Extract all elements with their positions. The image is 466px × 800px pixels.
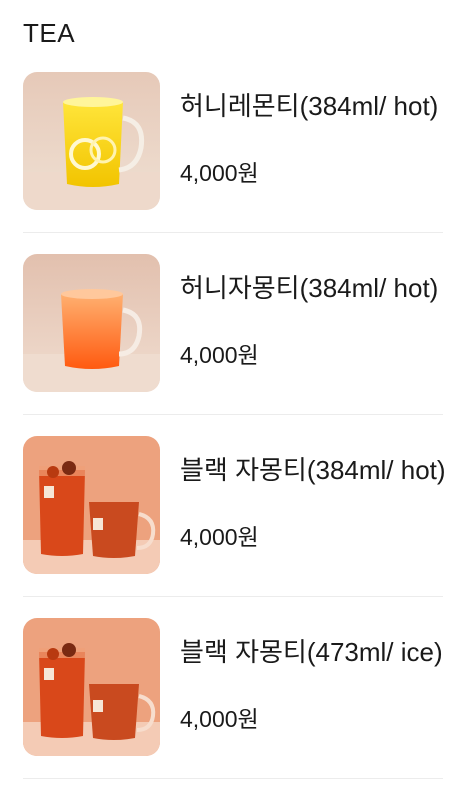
black-grapefruit-tea-ice-image[interactable] (23, 618, 160, 756)
menu-item[interactable]: 허니레몬티(384ml/ hot) 4,000원 (0, 72, 466, 254)
item-price: 4,000원 (180, 524, 259, 550)
menu-item[interactable]: 블랙 자몽티(384ml/ hot) 4,000원 (0, 436, 466, 618)
item-price: 4,000원 (180, 160, 259, 186)
divider (23, 596, 443, 597)
divider (23, 778, 443, 779)
divider (23, 414, 443, 415)
item-price: 4,000원 (180, 706, 259, 732)
item-name[interactable]: 블랙 자몽티(473ml/ ice) (180, 636, 450, 669)
item-name[interactable]: 블랙 자몽티(384ml/ hot) (180, 454, 450, 487)
item-price: 4,000원 (180, 342, 259, 368)
honey-lemon-tea-image[interactable] (23, 72, 160, 210)
item-name[interactable]: 허니자몽티(384ml/ hot) (180, 272, 450, 305)
menu-list: 허니레몬티(384ml/ hot) 4,000원 허니자몽티(384ml/ ho… (0, 72, 466, 800)
black-grapefruit-tea-hot-image[interactable] (23, 436, 160, 574)
honey-grapefruit-tea-image[interactable] (23, 254, 160, 392)
menu-item[interactable]: 허니자몽티(384ml/ hot) 4,000원 (0, 254, 466, 436)
item-name[interactable]: 허니레몬티(384ml/ hot) (180, 90, 450, 123)
section-title: TEA (23, 18, 76, 48)
divider (23, 232, 443, 233)
menu-item[interactable]: 블랙 자몽티(473ml/ ice) 4,000원 (0, 618, 466, 800)
